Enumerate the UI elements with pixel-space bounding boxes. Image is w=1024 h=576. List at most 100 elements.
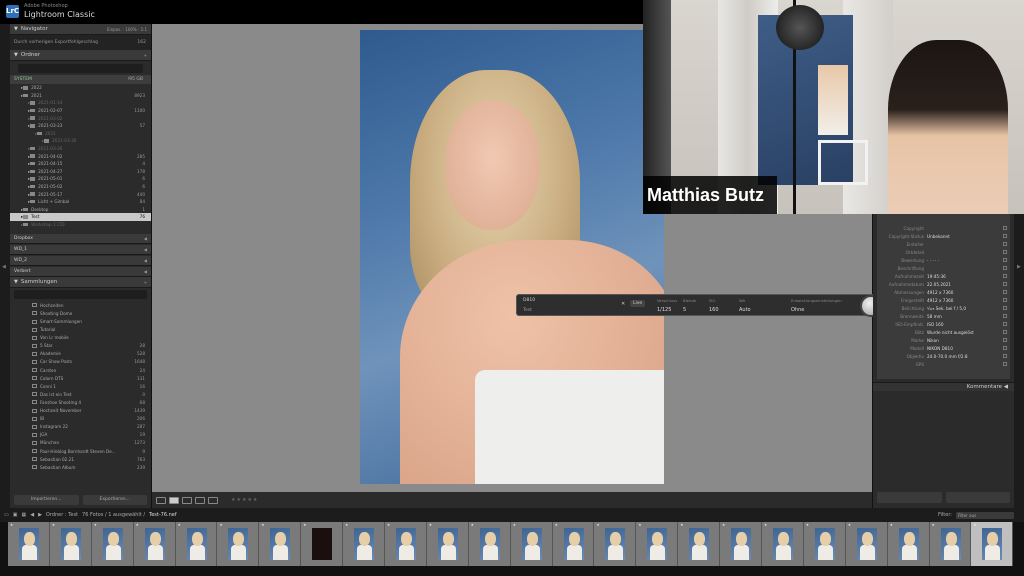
folders-header[interactable]: ▼ Ordner + (10, 50, 151, 61)
navigator-header[interactable]: ▼ Navigator Einpas. · 100% · 1:1 (10, 24, 151, 35)
sync-metadata-button[interactable] (877, 492, 942, 503)
filmstrip-thumbnail[interactable]: ★ (468, 522, 511, 566)
grid-view-icon[interactable] (156, 496, 166, 504)
metadata-action-icon[interactable] (1003, 298, 1007, 302)
zoom-100[interactable]: 100% (125, 27, 136, 32)
filmstrip-source[interactable]: Ordner : Test (46, 512, 78, 518)
add-folder-icon[interactable]: + (144, 53, 147, 58)
secondary-window-icon[interactable]: ▣ (13, 512, 18, 518)
metadata-action-icon[interactable] (1003, 338, 1007, 342)
metadata-value[interactable]: · · · · · (927, 258, 939, 265)
collection-row[interactable]: IB 206 (10, 415, 151, 423)
zoom-options[interactable]: Einpas. · 100% · 1:1 (107, 27, 147, 32)
aperture-value[interactable]: 5 (683, 307, 686, 313)
metadata-action-icon[interactable] (1003, 282, 1007, 286)
collection-row[interactable]: Conni 1 16 (10, 382, 151, 390)
develop-value[interactable]: Ohne (791, 307, 804, 313)
filmstrip-thumbnail[interactable]: ★ (343, 522, 386, 566)
filter-select[interactable]: Filter aus (956, 511, 1014, 519)
zoom-1-1[interactable]: 1:1 (141, 27, 147, 32)
metadata-value[interactable]: ISO 160 (927, 322, 944, 329)
close-icon[interactable]: ✕ (621, 301, 625, 307)
filmstrip-thumbnail[interactable]: ★ (636, 522, 679, 566)
iso-value[interactable]: 160 (709, 307, 719, 313)
folder-row[interactable]: ▸ 2021-04-27 178 (10, 168, 151, 176)
filmstrip-thumbnail[interactable]: ★ (8, 522, 50, 566)
filmstrip-thumbnail[interactable]: ★ (385, 522, 427, 566)
collapse-right-icon[interactable]: ▶ (1017, 264, 1021, 270)
folder-row[interactable]: ▸ 2021-02-07 1100 (10, 107, 151, 115)
metadata-value[interactable]: ¹⁄₁₂₅ Sek. bei f / 5,0 (927, 306, 966, 313)
survey-view-icon[interactable] (195, 496, 205, 504)
compare-view-icon[interactable] (182, 496, 192, 504)
filmstrip-thumbnail[interactable]: ★ (720, 522, 763, 566)
metadata-action-icon[interactable] (1003, 362, 1007, 366)
people-view-icon[interactable] (208, 496, 218, 504)
import-button[interactable]: Importieren... (14, 495, 79, 505)
collection-row[interactable]: Colorn DTS 131 (10, 374, 151, 382)
folder-row[interactable]: ▸ 2021-03-30 (10, 137, 151, 145)
rating-stars-icon[interactable]: ★★★★★ (231, 497, 258, 503)
filmstrip-thumbnail[interactable]: ★ (803, 522, 846, 566)
tether-camera[interactable]: D810 (523, 298, 535, 303)
folder-row[interactable]: ▸ 2022 (10, 84, 151, 92)
folder-row[interactable]: ▸ Desktop 1 (10, 206, 151, 214)
collection-row[interactable]: JGA 19 (10, 431, 151, 439)
export-button[interactable]: Exportieren... (82, 495, 147, 505)
expand-icon[interactable]: ◀ (144, 247, 147, 252)
collection-row[interactable]: Das ist ein Test 0 (10, 390, 151, 398)
collection-row[interactable]: Sebastian 02.21 763 (10, 455, 151, 463)
filmstrip-thumbnail[interactable]: ★ (133, 522, 176, 566)
metadata-value[interactable]: Unbekannt (927, 234, 950, 241)
metadata-value[interactable]: 24.0-70.0 mm f/2.8 (927, 354, 968, 361)
folder-row[interactable]: ▸ 2021-05-01 6 (10, 175, 151, 183)
filmstrip-thumbnail[interactable]: ★ (845, 522, 888, 566)
volume-row[interactable]: SYSTEM /95 GB (10, 75, 151, 84)
folder-row[interactable]: ▸ 2021-05-02 6 (10, 183, 151, 191)
folder-row[interactable]: ▸ 2021-01-14 (10, 99, 151, 107)
metadata-action-icon[interactable] (1003, 274, 1007, 278)
add-collection-icon[interactable]: + (144, 280, 147, 285)
live-view-button[interactable]: Live (630, 300, 646, 307)
filmstrip-thumbnail[interactable]: ★ (762, 522, 804, 566)
filmstrip-thumbnail[interactable]: ★ (552, 522, 595, 566)
expand-icon[interactable]: ◀ (144, 269, 147, 274)
zoom-fit[interactable]: Einpas. (107, 27, 122, 32)
metadata-action-icon[interactable] (1003, 242, 1007, 246)
filmstrip-thumbnail[interactable]: ★ (175, 522, 218, 566)
filmstrip-thumbnail[interactable]: ★ (929, 522, 972, 566)
filmstrip-thumbnail[interactable]: ★ (510, 522, 553, 566)
folder-row[interactable]: ▸ 2021 8923 (10, 92, 151, 100)
wb-value[interactable]: Auto (739, 307, 751, 313)
metadata-action-icon[interactable] (1003, 226, 1007, 230)
volume-header[interactable]: WD_2 ◀ (10, 256, 151, 267)
monitor-icon[interactable]: ▭ (4, 512, 9, 518)
folder-row[interactable]: ▸ Licht + Gimbal 84 (10, 198, 151, 206)
folder-row[interactable]: ▸ 2021-05-17 440 (10, 190, 151, 198)
loupe-view-icon[interactable] (169, 496, 179, 504)
collection-row[interactable]: Akademie 528 (10, 350, 151, 358)
collection-row[interactable]: Carsten 24 (10, 366, 151, 374)
filmstrip-thumbnail[interactable]: ★ (49, 522, 92, 566)
metadata-action-icon[interactable] (1003, 258, 1007, 262)
expand-icon[interactable]: ◀ (144, 258, 147, 263)
folder-row[interactable]: ▸ 2021 (10, 130, 151, 138)
collection-row[interactable]: Sebastian Album 239 (10, 463, 151, 471)
collection-row[interactable]: Paar-Hinblog Bornhardt Steven De... 9 (10, 447, 151, 455)
metadata-action-icon[interactable] (1003, 250, 1007, 254)
folder-row[interactable]: ▸ 2021-04-02 285 (10, 152, 151, 160)
filmstrip-thumbnail[interactable]: ★ (678, 522, 721, 566)
collection-row[interactable]: Hochzeit November 1439 (10, 407, 151, 415)
grid-icon[interactable]: ▦ (21, 512, 26, 518)
metadata-value[interactable]: Nikon (927, 338, 939, 345)
volume-header[interactable]: Dropbox ◀ (10, 234, 151, 245)
collection-row[interactable]: Tutorial (10, 326, 151, 334)
collections-header[interactable]: ▼ Sammlungen + (10, 277, 151, 289)
collapse-left-icon[interactable]: ◀ (2, 264, 6, 270)
filmstrip-thumbnail[interactable]: ★ (259, 522, 302, 566)
folder-row[interactable]: ▸ Test 76 (10, 213, 151, 221)
metadata-action-icon[interactable] (1003, 330, 1007, 334)
shutter-value[interactable]: 1/125 (657, 307, 671, 313)
collection-row[interactable]: Fanshoe Shooting 4 68 (10, 398, 151, 406)
metadata-value[interactable]: 22.05.2021 (927, 282, 951, 289)
